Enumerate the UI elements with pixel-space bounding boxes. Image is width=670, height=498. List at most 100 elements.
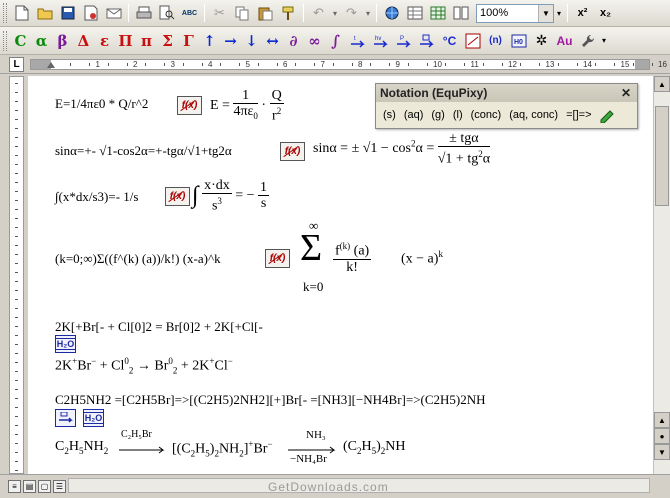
vruler-tick	[15, 173, 18, 174]
redo-icon[interactable]: ↷	[340, 2, 363, 24]
toolbar-options-icon[interactable]: ▾	[554, 2, 564, 24]
h2o-notation-icon[interactable]: H₂O	[82, 409, 105, 427]
equpixy-convert-icon[interactable]	[461, 30, 484, 52]
symbol-sigma-button[interactable]: Σ	[157, 30, 178, 52]
toolbar-separator	[303, 4, 304, 22]
wrench-icon[interactable]	[576, 30, 599, 52]
palette-titlebar[interactable]: Notation (EquPixy) ✕	[376, 84, 637, 102]
arrow-text-icon[interactable]: t	[346, 30, 369, 52]
symbol-epsilon-button[interactable]: ε	[94, 30, 115, 52]
notation-arrow-button[interactable]: =[]=>	[562, 105, 595, 125]
scroll-thumb[interactable]	[655, 106, 669, 206]
bracket-arrow-icon[interactable]	[415, 30, 438, 52]
ruler-tick	[201, 63, 203, 66]
tab-selector[interactable]: L	[9, 57, 24, 72]
eq5-b: Br	[77, 358, 92, 374]
degree-celsius-icon[interactable]: °C	[438, 30, 461, 52]
format-painter-icon[interactable]	[277, 2, 300, 24]
au-button[interactable]: Au	[553, 30, 576, 52]
tables-borders-icon[interactable]	[403, 2, 426, 24]
h2o-notation-icon[interactable]: H₂O	[54, 335, 77, 353]
scroll-up-icon[interactable]: ▲	[654, 76, 670, 92]
document-page[interactable]: E=1/4πε0 * Q/r^2 f(x) E = 1 4πε0 · Qr2 si…	[28, 76, 653, 474]
notation-l-button[interactable]: (l)	[449, 105, 467, 125]
symbol-alpha-button[interactable]: α	[31, 30, 52, 52]
hv-arrow-icon[interactable]: hv	[369, 30, 392, 52]
notation-aq-button[interactable]: (aq)	[400, 105, 428, 125]
toolbar-options-icon[interactable]: ▾	[599, 30, 609, 52]
arrow-both-button[interactable]: ↔	[262, 30, 283, 52]
n-mode-button[interactable]: (n)	[484, 30, 507, 52]
spelling-icon[interactable]: ABC	[178, 2, 201, 24]
symbol-delta-button[interactable]: Δ	[73, 30, 94, 52]
arrow-notation-icon[interactable]	[55, 409, 76, 427]
eq6-mid: [(C	[172, 441, 191, 457]
arrow-down-button[interactable]: ↓	[241, 30, 262, 52]
symbol-pi-upper-button[interactable]: Π	[115, 30, 136, 52]
print-layout-icon[interactable]: ▢	[38, 480, 51, 493]
zoom-dropdown-icon[interactable]: ▼	[538, 4, 553, 22]
open-folder-icon[interactable]	[33, 2, 56, 24]
new-document-icon[interactable]	[10, 2, 33, 24]
eq6-arrow1-top: C₂H₅Br	[121, 429, 152, 440]
normal-view-icon[interactable]: ≡	[8, 480, 21, 493]
equpixy-icon[interactable]: f(x)	[265, 249, 290, 268]
insert-table-icon[interactable]	[426, 2, 449, 24]
undo-dropdown-icon[interactable]: ▾	[330, 2, 340, 24]
columns-icon[interactable]	[449, 2, 472, 24]
equpixy-icon[interactable]: f(x)	[177, 96, 202, 115]
eraser-icon[interactable]	[598, 107, 614, 124]
vruler-tick	[15, 137, 18, 138]
notation-conc-button[interactable]: (conc)	[467, 105, 506, 125]
symbol-gamma-button[interactable]: Γ	[178, 30, 199, 52]
browse-object-icon[interactable]: ●	[654, 428, 670, 444]
vertical-scrollbar[interactable]: ▲ ▲ ● ▼	[653, 76, 670, 474]
web-view-icon[interactable]: ▤	[23, 480, 36, 493]
infinity-button[interactable]: ∞	[304, 30, 325, 52]
paste-icon[interactable]	[254, 2, 277, 24]
next-page-icon[interactable]: ▼	[654, 444, 670, 460]
eq4-sum-bottom: k=0	[303, 279, 324, 294]
print-icon[interactable]	[132, 2, 155, 24]
arrow-right-button[interactable]: →	[220, 30, 241, 52]
indent-marker[interactable]	[47, 62, 55, 68]
equpixy-icon[interactable]: f(x)	[165, 187, 190, 206]
notation-aq-conc-button[interactable]: (aq, conc)	[505, 105, 562, 125]
eq1-frac1-den-sub: 0	[253, 110, 258, 121]
redo-dropdown-icon[interactable]: ▾	[363, 2, 373, 24]
toolbar-grip[interactable]	[3, 30, 7, 51]
equation-source-2: sinα=+- √1-cos2α=+-tgα/√1+tg2α	[55, 143, 232, 158]
eq6-end-b: H	[361, 439, 372, 454]
toolbar-grip[interactable]	[3, 3, 7, 23]
equpixy-icon[interactable]: f(x)	[280, 142, 305, 161]
symbol-pi-button[interactable]: π	[136, 30, 157, 52]
superscript-button[interactable]: x²	[571, 2, 594, 24]
eq1-frac2-num: Q	[269, 88, 284, 105]
close-icon[interactable]: ✕	[619, 86, 633, 100]
permission-icon[interactable]	[79, 2, 102, 24]
notation-s-button[interactable]: (s)	[379, 105, 400, 125]
scroll-down-icon[interactable]: ▲	[654, 412, 670, 428]
print-preview-icon[interactable]	[155, 2, 178, 24]
ruler-tick	[70, 63, 72, 66]
arrow-up-button[interactable]: ↑	[199, 30, 220, 52]
outline-view-icon[interactable]: ☰	[53, 480, 66, 493]
undo-icon[interactable]: ↶	[307, 2, 330, 24]
vruler-tick	[15, 317, 18, 318]
heat-arrow-icon[interactable]: P	[392, 30, 415, 52]
hyperlink-icon[interactable]	[380, 2, 403, 24]
save-icon[interactable]	[56, 2, 79, 24]
email-icon[interactable]	[102, 2, 125, 24]
cut-icon[interactable]: ✂	[208, 2, 231, 24]
subscript-button[interactable]: x₂	[594, 2, 617, 24]
integral-button[interactable]: ∫	[325, 30, 346, 52]
settings-gear-icon[interactable]: ✲	[530, 30, 553, 52]
partial-button[interactable]: ∂	[283, 30, 304, 52]
copy-icon[interactable]	[231, 2, 254, 24]
notation-g-button[interactable]: (g)	[427, 105, 448, 125]
symbol-beta-button[interactable]: β	[52, 30, 73, 52]
h2o-mode-icon[interactable]: H0	[507, 30, 530, 52]
symbol-c-button[interactable]: C	[10, 30, 31, 52]
notation-palette: Notation (EquPixy) ✕ (s) (aq) (g) (l) (c…	[375, 83, 638, 129]
zoom-select[interactable]: 100% ▼	[476, 3, 554, 23]
